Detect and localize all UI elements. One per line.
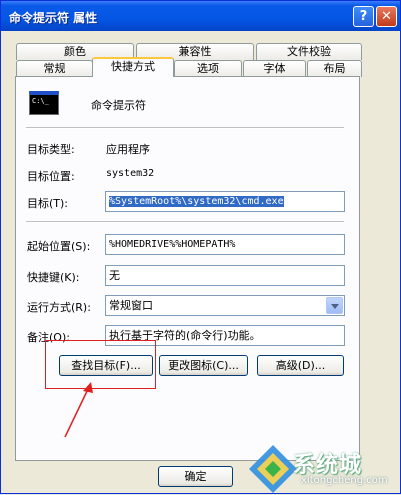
ok-button[interactable]: 确定 bbox=[158, 466, 233, 487]
properties-dialog: 命令提示符 属性 ? ✕ 颜色 兼容性 文件校验 常规 快捷方式 选项 字体 布… bbox=[0, 0, 401, 494]
watermark-url: xitongcheng.com bbox=[301, 475, 388, 486]
tab-shortcut[interactable]: 快捷方式 bbox=[92, 57, 174, 77]
annotation-arrow bbox=[64, 382, 93, 438]
